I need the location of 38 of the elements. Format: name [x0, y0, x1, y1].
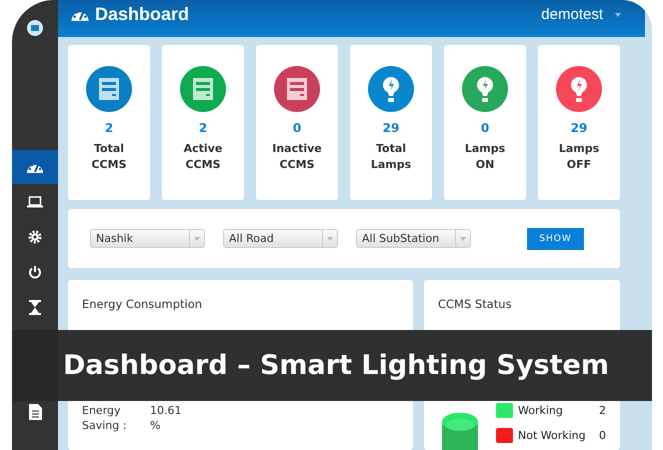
stat-label: Total Lamps — [370, 141, 412, 174]
stat-label: Active CCMS — [182, 141, 224, 174]
caret-icon — [460, 236, 466, 241]
dropdown[interactable]: All SubStation — [356, 229, 471, 248]
stat-label: Lamps ON — [464, 141, 506, 174]
legend-label: Not Working — [518, 429, 587, 442]
stat-label: Inactive CCMS — [271, 141, 323, 174]
legend-label: Working — [518, 404, 564, 417]
show-button[interactable]: SHOW — [527, 228, 584, 250]
gear-icon — [28, 230, 42, 244]
dropdown[interactable]: Nashik — [90, 229, 205, 248]
stat-value: 0 — [292, 121, 302, 136]
legend-count: 2 — [599, 404, 606, 417]
document-icon — [28, 404, 42, 420]
laptop-icon — [27, 196, 43, 208]
stat-value: 2 — [104, 121, 114, 136]
stat-value: 0 — [480, 121, 490, 136]
stat-label: Lamps OFF — [558, 141, 600, 174]
panel-title: Energy Consumption — [82, 297, 204, 311]
stat-label: Total CCMS — [90, 141, 128, 174]
nav-item[interactable] — [12, 150, 58, 184]
legend-count: 0 — [599, 429, 606, 442]
logo-icon — [27, 20, 43, 36]
caret-icon — [327, 236, 333, 241]
stat-value: 29 — [382, 121, 400, 136]
dropdown[interactable]: All Road — [223, 229, 338, 248]
page-title: Dashboard — [95, 4, 190, 26]
energy-label: Energy Saving : — [82, 403, 128, 433]
caret-icon — [194, 236, 200, 241]
stat-value: 2 — [198, 121, 208, 136]
user-name[interactable]: demotest — [541, 6, 603, 24]
stat-value: 29 — [570, 121, 588, 136]
panel-title: CCMS Status — [438, 297, 513, 311]
energy-value: 10.61 % — [150, 403, 182, 433]
hourglass-icon — [29, 300, 41, 314]
caption-text: Dashboard – Smart Lighting System — [63, 350, 609, 381]
power-icon — [28, 265, 42, 279]
caret-icon[interactable] — [615, 12, 621, 17]
